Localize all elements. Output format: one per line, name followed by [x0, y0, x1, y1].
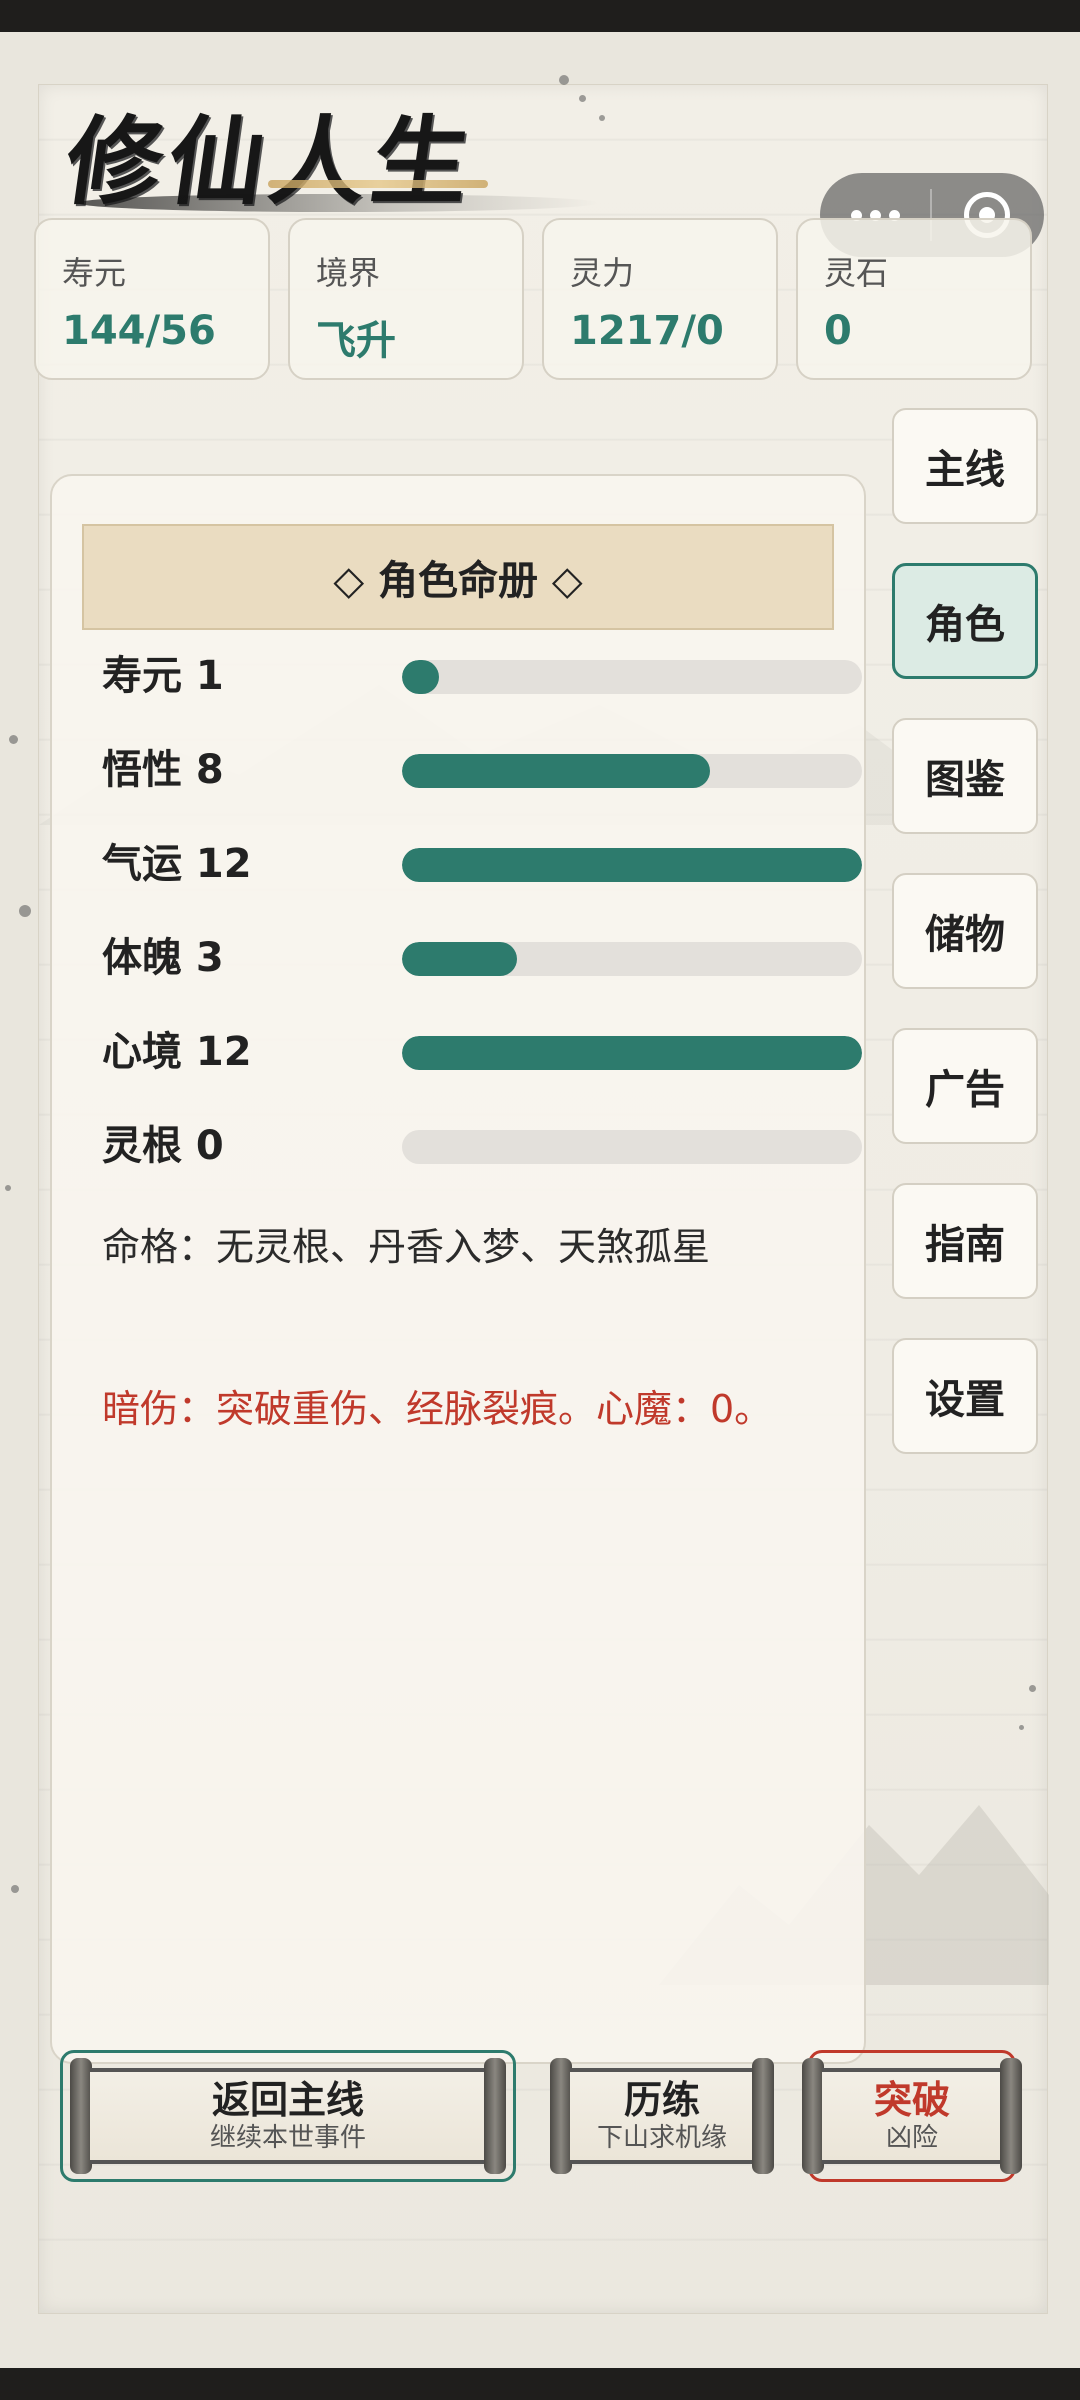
attribute-row-mind: 心境 12	[102, 1022, 862, 1082]
attribute-bar	[402, 754, 862, 788]
nav-ads-button[interactable]: 广告	[892, 1028, 1038, 1144]
stat-label: 境界	[316, 254, 381, 292]
injury-status-text: 暗伤：突破重伤、经脉裂痕。心魔：0。	[102, 1387, 773, 1431]
scroll-roller-icon	[802, 2058, 824, 2174]
character-panel: ◇ 角色命册 ◇ 寿元 1 悟性 8 气运 12 体魄 3 心境 12 灵根 0…	[50, 474, 866, 2064]
panel-title: ◇ 角色命册 ◇	[82, 524, 834, 630]
button-title: 历练	[623, 2078, 700, 2122]
button-text: 返回主线 继续本世事件	[210, 2078, 366, 2154]
stat-card-spirit-power: 灵力 1217/0	[542, 218, 778, 380]
return-main-story-button[interactable]: 返回主线 继续本世事件	[60, 2050, 516, 2182]
attribute-bar-fill	[402, 1036, 862, 1070]
stat-label: 寿元	[62, 254, 127, 292]
attribute-bar	[402, 942, 862, 976]
app-logo: 修仙人生	[59, 84, 608, 224]
training-button[interactable]: 历练 下山求机缘	[542, 2052, 782, 2180]
nav-codex-button[interactable]: 图鉴	[892, 718, 1038, 834]
logo-brush-stroke	[78, 194, 598, 212]
stat-card-realm: 境界 飞升	[288, 218, 524, 380]
nav-settings-button[interactable]: 设置	[892, 1338, 1038, 1454]
scroll-roller-icon	[484, 2058, 506, 2174]
scroll-roller-icon	[550, 2058, 572, 2174]
attribute-bar	[402, 1130, 862, 1164]
nav-character-button[interactable]: 角色	[892, 563, 1038, 679]
logo-gold-ornament	[268, 180, 488, 188]
button-subtitle: 下山求机缘	[596, 2123, 727, 2153]
attribute-label: 体魄 3	[102, 935, 224, 981]
screen: 修仙人生 寿元 144/56 境界 飞升 灵力 1217/0 灵石 0 ◇ 角色…	[0, 32, 1080, 2368]
scroll-roller-icon	[1000, 2058, 1022, 2174]
attribute-bar-fill	[402, 754, 711, 788]
attribute-label: 灵根 0	[102, 1123, 224, 1169]
attribute-bar-fill	[402, 942, 517, 976]
attribute-label: 气运 12	[102, 841, 252, 887]
breakthrough-button[interactable]: 突破 凶险	[794, 2050, 1030, 2182]
attribute-label: 悟性 8	[102, 747, 224, 793]
scroll-roller-icon	[752, 2058, 774, 2174]
stat-card-spirit-stones: 灵石 0	[796, 218, 1032, 380]
nav-guide-button[interactable]: 指南	[892, 1183, 1038, 1299]
attribute-bar	[402, 660, 862, 694]
stat-card-lifespan: 寿元 144/56	[34, 218, 270, 380]
attribute-label: 寿元 1	[102, 653, 224, 699]
stat-label: 灵力	[570, 254, 635, 292]
stat-value: 1217/0	[570, 308, 724, 354]
button-subtitle: 继续本世事件	[209, 2123, 366, 2153]
stat-value: 144/56	[62, 308, 216, 354]
stat-value: 0	[824, 308, 852, 354]
attribute-row-physique: 体魄 3	[102, 928, 862, 988]
fate-traits-text: 命格：无灵根、丹香入梦、天煞孤星	[102, 1225, 711, 1269]
stat-label: 灵石	[824, 254, 889, 292]
attribute-row-comprehension: 悟性 8	[102, 740, 862, 800]
attribute-bar-fill	[402, 848, 862, 882]
button-text: 突破 凶险	[874, 2078, 950, 2154]
nav-main-story-button[interactable]: 主线	[892, 408, 1038, 524]
button-title: 返回主线	[211, 2078, 364, 2122]
button-subtitle: 凶险	[885, 2123, 938, 2153]
button-text: 历练 下山求机缘	[597, 2078, 727, 2154]
attribute-bar	[402, 848, 862, 882]
attribute-bar	[402, 1036, 862, 1070]
attribute-row-spirit-root: 灵根 0	[102, 1116, 862, 1176]
stat-value: 飞升	[316, 318, 396, 364]
scroll-roller-icon	[70, 2058, 92, 2174]
attribute-bar-fill	[402, 660, 439, 694]
attribute-label: 心境 12	[102, 1029, 252, 1075]
button-title: 突破	[873, 2078, 950, 2122]
attribute-row-lifespan: 寿元 1	[102, 646, 862, 706]
attribute-row-luck: 气运 12	[102, 834, 862, 894]
nav-storage-button[interactable]: 储物	[892, 873, 1038, 989]
